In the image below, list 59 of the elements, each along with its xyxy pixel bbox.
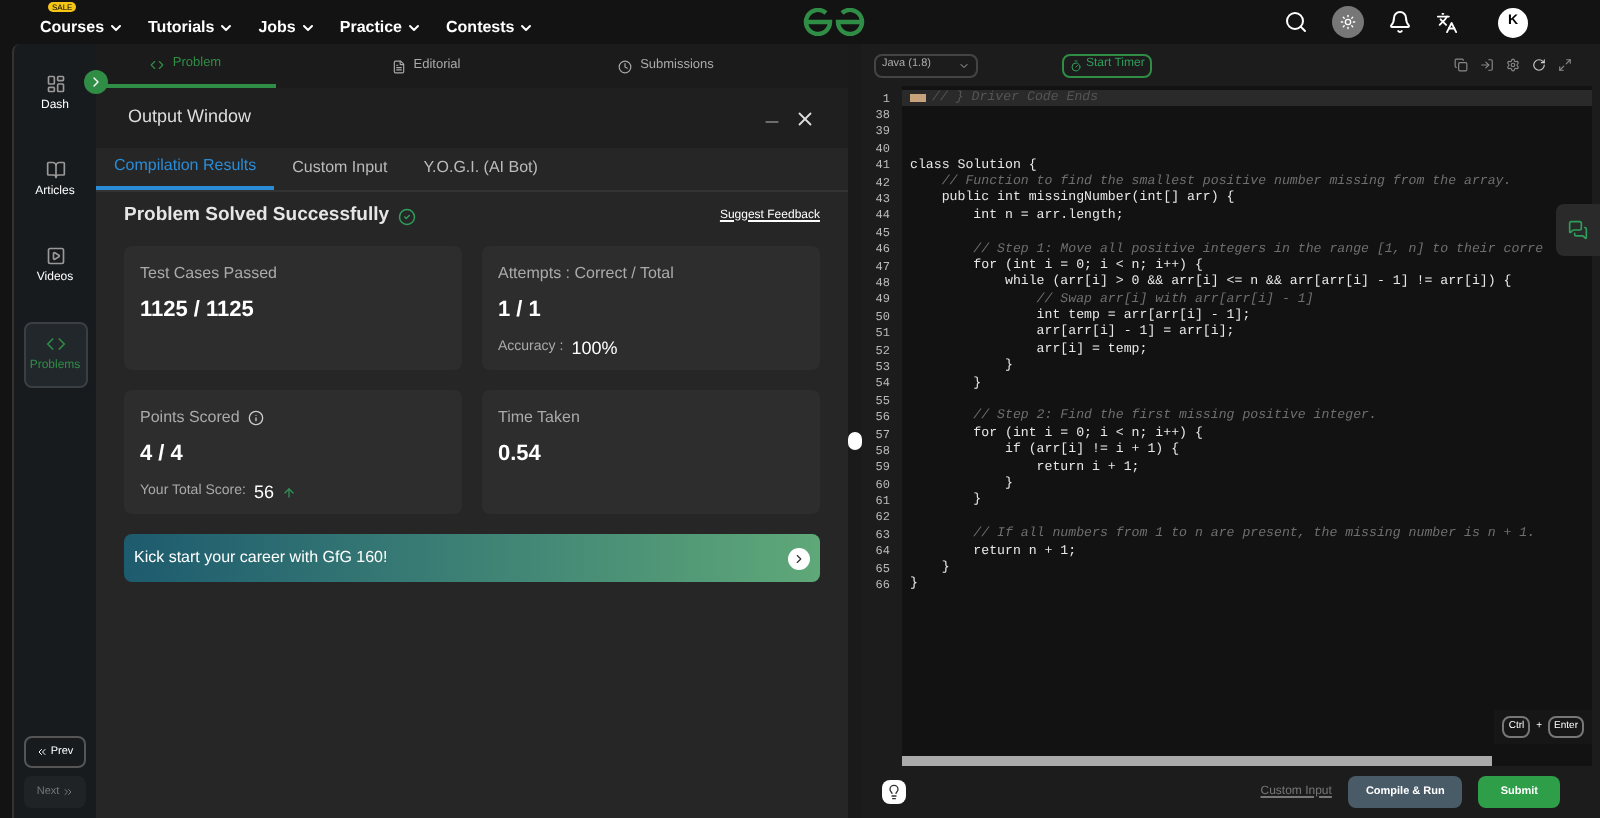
output-tab[interactable]: Y.O.G.I. (AI Bot) bbox=[405, 146, 556, 190]
code-icon bbox=[150, 57, 165, 71]
note-value: 100% bbox=[571, 335, 618, 361]
card-label: Time Taken bbox=[498, 406, 580, 430]
resize-handle[interactable] bbox=[848, 432, 862, 450]
double-chevron-right-icon bbox=[61, 786, 74, 798]
card-value: 4 / 4 bbox=[140, 440, 185, 470]
output-tab[interactable]: Compilation Results bbox=[96, 146, 275, 190]
chevron-right-icon bbox=[88, 74, 104, 90]
hint-button[interactable] bbox=[882, 780, 906, 804]
scrollbar[interactable] bbox=[902, 756, 1492, 766]
nav-menu-item[interactable]: Courses bbox=[40, 15, 125, 39]
nav-menu-item[interactable]: Tutorials bbox=[148, 15, 235, 39]
nav-menu-item[interactable]: Contests bbox=[446, 15, 535, 39]
settings-icon[interactable] bbox=[1506, 58, 1520, 72]
clock-icon bbox=[618, 59, 633, 73]
info-icon[interactable] bbox=[247, 410, 264, 426]
fullscreen-icon[interactable] bbox=[1558, 58, 1572, 72]
document-icon bbox=[391, 59, 406, 73]
chat-icon bbox=[1568, 220, 1588, 240]
promo-banner[interactable]: Kick start your career with GfG 160! bbox=[124, 534, 820, 582]
chevron-down-icon bbox=[299, 19, 316, 35]
chevron-down-icon bbox=[406, 19, 423, 35]
timer-icon bbox=[1070, 59, 1082, 71]
chevron-down-icon bbox=[218, 19, 235, 35]
nav-menu-item[interactable]: Practice bbox=[339, 15, 423, 39]
theme-toggle[interactable] bbox=[1332, 6, 1364, 38]
chevron-down-icon bbox=[108, 19, 125, 35]
import-icon[interactable] bbox=[1480, 58, 1494, 72]
dashboard-icon bbox=[45, 74, 65, 94]
card-label: Attempts : Correct / Total bbox=[498, 262, 674, 286]
chat-button[interactable] bbox=[1556, 204, 1600, 256]
search-icon[interactable] bbox=[1284, 10, 1308, 34]
card-value: 1125 / 1125 bbox=[140, 296, 256, 326]
close-icon[interactable] bbox=[794, 107, 816, 129]
card-value: 0.54 bbox=[498, 440, 543, 470]
chevron-down-icon bbox=[518, 19, 535, 35]
double-chevron-left-icon bbox=[36, 746, 49, 758]
nav-menu-item[interactable]: Jobs bbox=[258, 15, 316, 39]
reset-icon[interactable] bbox=[1532, 58, 1546, 72]
play-icon bbox=[45, 246, 65, 266]
check-icon bbox=[397, 207, 416, 225]
output-tab[interactable]: Custom Input bbox=[274, 146, 406, 190]
fold-marker-icon[interactable] bbox=[910, 94, 926, 103]
lightbulb-icon bbox=[886, 784, 902, 800]
translate-icon[interactable] bbox=[1436, 11, 1458, 33]
card-label: Points Scored bbox=[140, 406, 240, 430]
window-title: Output Window bbox=[128, 104, 252, 131]
card-value: 1 / 1 bbox=[498, 296, 543, 326]
chevron-down-icon bbox=[958, 59, 970, 71]
status-message: Problem Solved Successfully bbox=[124, 201, 390, 230]
copy-icon[interactable] bbox=[1454, 58, 1468, 72]
logo-icon bbox=[800, 8, 868, 36]
code-icon bbox=[45, 334, 65, 354]
note-value: 56 bbox=[253, 479, 274, 505]
sun-icon bbox=[1340, 14, 1356, 30]
card-label: Test Cases Passed bbox=[140, 262, 277, 286]
book-icon bbox=[45, 160, 65, 180]
bell-icon[interactable] bbox=[1388, 10, 1412, 34]
